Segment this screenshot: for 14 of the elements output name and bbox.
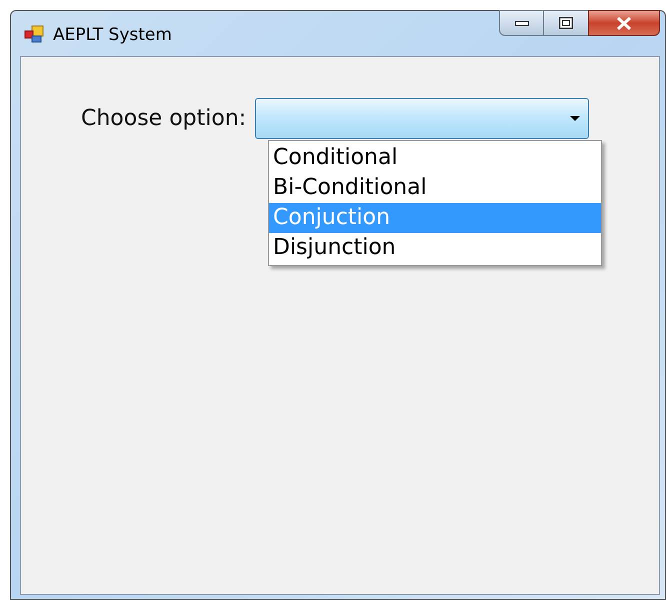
close-button[interactable] — [588, 10, 660, 36]
minimize-button[interactable] — [499, 10, 544, 36]
maximize-button[interactable] — [544, 10, 588, 36]
dropdown-option[interactable]: Bi-Conditional — [269, 173, 601, 203]
minimize-icon — [514, 20, 528, 26]
option-label: Choose option: — [81, 105, 246, 133]
restore-icon — [559, 17, 573, 29]
app-icon — [24, 25, 44, 43]
close-icon — [616, 16, 632, 30]
window-title: AEPLT System — [53, 24, 172, 47]
dropdown-option[interactable]: Conditional — [269, 143, 601, 173]
dropdown-option[interactable]: Disjunction — [269, 233, 601, 263]
dropdown-caret-icon — [570, 116, 580, 121]
option-dropdown[interactable] — [255, 98, 590, 139]
